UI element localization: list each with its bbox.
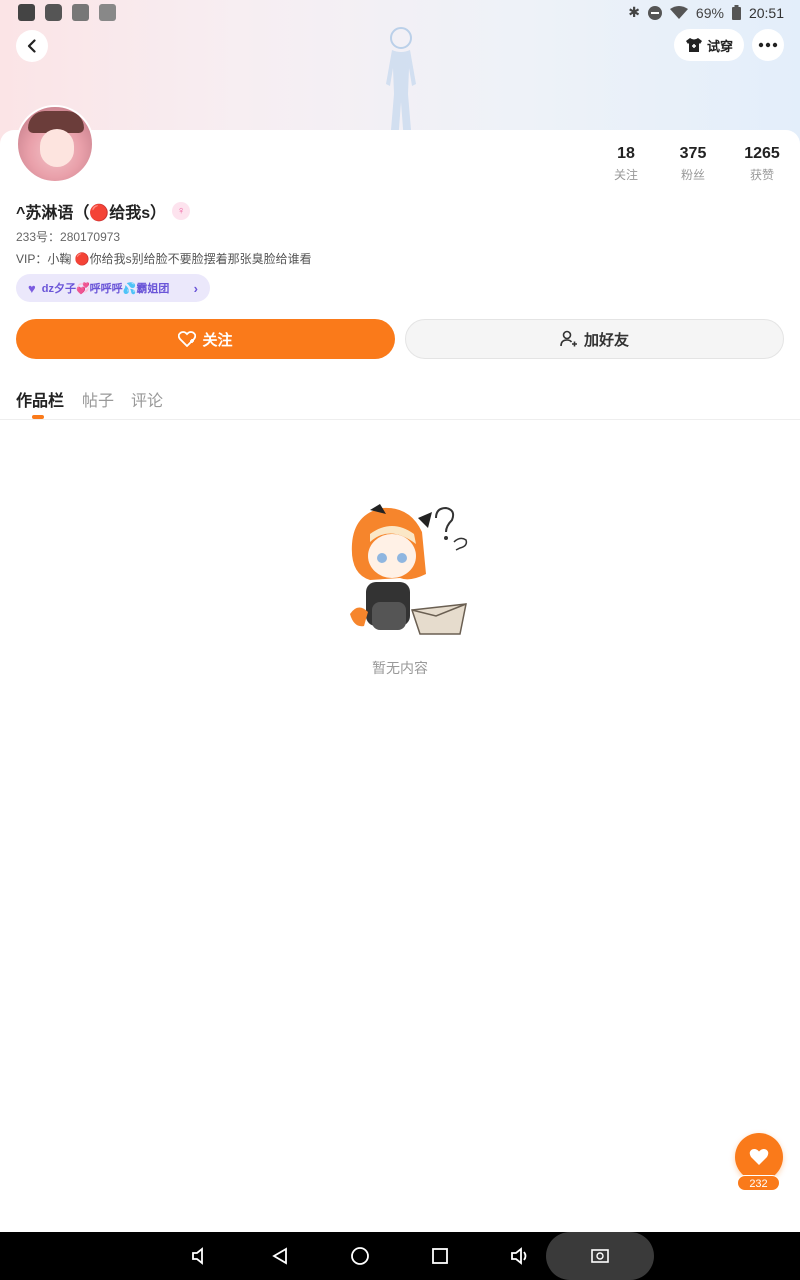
empty-state-illustration	[350, 504, 468, 635]
volume-up-button[interactable]	[508, 1244, 532, 1268]
add-user-icon	[560, 330, 577, 347]
heart-icon	[749, 1149, 769, 1165]
heart-plus-icon	[178, 331, 197, 347]
add-friend-label: 加好友	[583, 331, 629, 349]
more-icon	[758, 42, 778, 48]
add-friend-button[interactable]: 加好友	[405, 319, 784, 359]
vip-info: VIP：小鞠 🔴你给我s别给脸不要脸摆着那张臭脸给谁看	[16, 252, 312, 266]
bluetooth-icon: ✱	[628, 4, 640, 20]
stat-likes[interactable]: 1265 获赞	[732, 145, 792, 183]
battery-icon	[731, 5, 741, 20]
battery-text: 69%	[695, 4, 724, 21]
follow-label: 关注	[202, 331, 233, 349]
female-icon: ♀	[172, 202, 191, 220]
stat-value: 1265	[744, 145, 780, 162]
like-button[interactable]	[735, 1133, 783, 1181]
stat-label: 粉丝	[680, 168, 705, 182]
chevron-right-icon: ›	[193, 280, 198, 296]
volume-down-button[interactable]	[188, 1244, 212, 1268]
fan-group-pill[interactable]: ♥ dz夕子💞呼呼呼💦霸姐团 ›	[16, 274, 210, 302]
like-count: 232	[737, 1175, 780, 1191]
group-label: dz夕子💞呼呼呼💦霸姐团	[41, 283, 170, 295]
tab-comments[interactable]: 评论	[131, 387, 163, 411]
screenshot-icon	[591, 1249, 609, 1263]
recents-nav-button[interactable]	[428, 1244, 452, 1268]
wifi-icon	[669, 5, 688, 19]
try-on-button[interactable]: 试穿	[674, 29, 744, 61]
circle-home-icon	[351, 1247, 369, 1265]
grid-icon	[45, 4, 62, 21]
avatar-figure-silhouette	[386, 27, 416, 142]
more-button[interactable]	[752, 29, 784, 61]
shirt-icon	[685, 38, 702, 52]
stat-value: 375	[679, 145, 707, 162]
back-nav-button[interactable]	[268, 1244, 292, 1268]
chevron-left-icon	[27, 39, 36, 53]
dnd-icon	[647, 5, 662, 20]
heart-icon: ♥	[28, 280, 36, 296]
stat-value: 18	[617, 145, 635, 162]
stat-label: 关注	[613, 168, 638, 182]
name-row: ^苏淋语（🔴给我s） ♀	[16, 199, 191, 223]
stat-label: 获赞	[749, 168, 774, 182]
username: ^苏淋语（🔴给我s）	[16, 205, 167, 222]
empty-state-text: 暂无内容	[372, 660, 428, 676]
clock: 20:51	[748, 4, 784, 21]
follow-button[interactable]: 关注	[16, 319, 395, 359]
stat-following[interactable]: 18 关注	[596, 145, 656, 183]
system-nav-bar	[0, 1232, 800, 1280]
tab-posts[interactable]: 帖子	[82, 387, 114, 411]
user-id: 233号：280170973	[16, 230, 121, 244]
tab-works[interactable]: 作品栏	[16, 387, 64, 411]
active-tab-indicator	[32, 415, 44, 419]
screenshot-button[interactable]	[588, 1244, 612, 1268]
volume-up-icon	[511, 1247, 527, 1265]
volume-down-icon	[192, 1247, 203, 1265]
keyboard-icon	[99, 4, 116, 21]
triangle-back-icon	[272, 1247, 287, 1265]
image-icon	[72, 4, 89, 21]
back-button[interactable]	[16, 30, 48, 62]
status-bar: ✱ 69% 20:51	[0, 0, 800, 26]
app-icon	[18, 4, 35, 21]
try-on-label: 试穿	[706, 38, 733, 54]
square-recents-icon	[432, 1248, 448, 1264]
avatar[interactable]	[16, 105, 94, 183]
home-nav-button[interactable]	[348, 1244, 372, 1268]
content-tabs: 作品栏 帖子 评论	[0, 380, 800, 420]
stat-followers[interactable]: 375 粉丝	[663, 145, 723, 183]
